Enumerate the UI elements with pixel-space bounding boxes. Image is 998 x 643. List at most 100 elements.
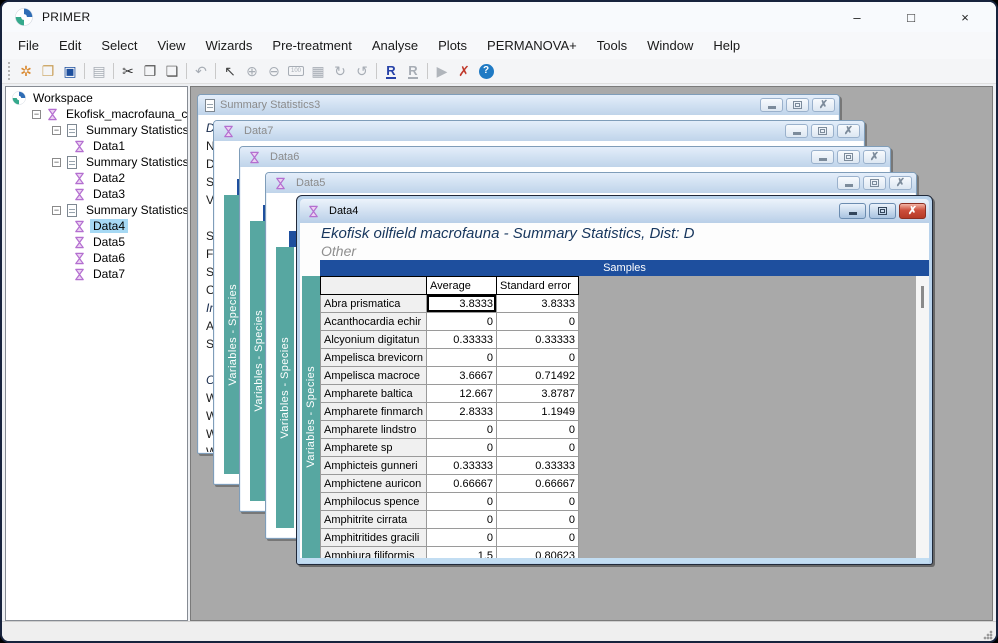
undo-icon[interactable]: ↶ xyxy=(190,61,212,81)
pointer-icon[interactable]: ↖ xyxy=(219,61,241,81)
cut-icon[interactable]: ✂ xyxy=(117,61,139,81)
menu-window[interactable]: Window xyxy=(637,34,703,57)
tree-item-data7[interactable]: Data7 xyxy=(6,266,187,282)
value-cell[interactable]: 3.6667 xyxy=(427,367,497,385)
tree-item-ekofisk-macrofauna-counts[interactable]: −Ekofisk_macrofauna_counts xyxy=(6,106,187,122)
refresh-icon[interactable]: ↻ xyxy=(329,61,351,81)
save-icon[interactable]: ▣ xyxy=(59,61,81,81)
menu-wizards[interactable]: Wizards xyxy=(195,34,262,57)
value-cell[interactable]: 0 xyxy=(427,421,497,439)
value-cell[interactable]: 0.33333 xyxy=(427,331,497,349)
tree-item-data1[interactable]: Data1 xyxy=(6,138,187,154)
value-cell[interactable]: 0.66667 xyxy=(427,475,497,493)
help-icon[interactable]: ? xyxy=(475,61,497,81)
value-cell[interactable]: 0.66667 xyxy=(497,475,579,493)
data6-title-bar[interactable]: Data6 ✗ xyxy=(240,147,890,167)
species-name-cell[interactable]: Ampelisca brevicorn xyxy=(321,349,427,367)
summary-statistics3-close-button[interactable]: ✗ xyxy=(812,98,835,112)
collapse-expander-icon[interactable]: − xyxy=(52,206,61,215)
title-bar[interactable]: PRIMER – □ × xyxy=(2,2,996,32)
data-grid-icon[interactable]: ▦ xyxy=(307,61,329,81)
value-cell[interactable]: 0.33333 xyxy=(497,331,579,349)
horizontal-scrollbar[interactable] xyxy=(300,558,929,563)
species-name-cell[interactable]: Amphiura filiformis xyxy=(321,547,427,559)
species-name-cell[interactable]: Acanthocardia echir xyxy=(321,313,427,331)
minimize-button[interactable]: – xyxy=(848,10,866,25)
window-data4[interactable]: Data4 ✗ Ekofisk oilfield macrofauna - Su… xyxy=(296,195,933,565)
print-icon[interactable]: ▤ xyxy=(88,61,110,81)
new-workspace-icon[interactable]: ✲ xyxy=(15,61,37,81)
data4-title-bar[interactable]: Data4 ✗ xyxy=(300,199,929,223)
value-cell[interactable]: 0 xyxy=(497,439,579,457)
paste-icon[interactable]: ❏ xyxy=(161,61,183,81)
collapse-expander-icon[interactable]: − xyxy=(52,126,61,135)
tree-item-summary-statistics2[interactable]: −Summary Statistics2 xyxy=(6,154,187,170)
run-r-icon[interactable]: R xyxy=(380,61,402,81)
play-icon[interactable]: ▶ xyxy=(431,61,453,81)
data4-maximize-button[interactable] xyxy=(869,203,896,219)
value-cell[interactable]: 0 xyxy=(497,493,579,511)
species-name-cell[interactable]: Amphicteis gunneri xyxy=(321,457,427,475)
species-name-cell[interactable]: Ampharete lindstro xyxy=(321,421,427,439)
value-cell[interactable]: 0 xyxy=(497,511,579,529)
value-cell[interactable]: 0 xyxy=(427,439,497,457)
value-cell[interactable]: 0 xyxy=(497,313,579,331)
value-cell[interactable]: 0 xyxy=(427,313,497,331)
menu-file[interactable]: File xyxy=(8,34,49,57)
menu-permanova-[interactable]: PERMANOVA+ xyxy=(477,34,587,57)
data5-close-button[interactable]: ✗ xyxy=(889,176,912,190)
tree-item-data3[interactable]: Data3 xyxy=(6,186,187,202)
value-cell[interactable]: 0 xyxy=(427,349,497,367)
value-cell[interactable]: 0 xyxy=(427,493,497,511)
zoom-in-icon[interactable]: ⊕ xyxy=(241,61,263,81)
close-button[interactable]: × xyxy=(956,10,974,25)
zoom-out-icon[interactable]: ⊖ xyxy=(263,61,285,81)
toolbar-grip[interactable] xyxy=(8,62,12,80)
maximize-button[interactable]: □ xyxy=(902,10,920,25)
species-name-cell[interactable]: Alcyonium digitatun xyxy=(321,331,427,349)
menu-plots[interactable]: Plots xyxy=(428,34,477,57)
tree-item-data6[interactable]: Data6 xyxy=(6,250,187,266)
tree-item-summary-statistics1[interactable]: −Summary Statistics1 xyxy=(6,122,187,138)
value-cell[interactable]: 0 xyxy=(427,511,497,529)
species-name-cell[interactable]: Amphitrite cirrata xyxy=(321,511,427,529)
menu-analyse[interactable]: Analyse xyxy=(362,34,428,57)
value-cell[interactable]: 0 xyxy=(497,421,579,439)
value-cell[interactable]: 3.8333 xyxy=(427,295,497,313)
tree-item-summary-statistics3[interactable]: −Summary Statistics3 xyxy=(6,202,187,218)
value-cell[interactable]: 0 xyxy=(497,349,579,367)
data4-close-button[interactable]: ✗ xyxy=(899,203,926,219)
tree-item-workspace[interactable]: Workspace xyxy=(6,90,187,106)
data5-title-bar[interactable]: Data5 ✗ xyxy=(266,173,916,193)
data6-close-button[interactable]: ✗ xyxy=(863,150,886,164)
column-header-average[interactable]: Average xyxy=(427,277,497,295)
species-name-cell[interactable]: Ampharete baltica xyxy=(321,385,427,403)
tree-item-data5[interactable]: Data5 xyxy=(6,234,187,250)
data7-title-bar[interactable]: Data7 ✗ xyxy=(214,121,864,141)
data5-maximize-button[interactable] xyxy=(863,176,886,190)
data5-minimize-button[interactable] xyxy=(837,176,860,190)
resize-grip[interactable] xyxy=(983,630,993,640)
data7-close-button[interactable]: ✗ xyxy=(837,124,860,138)
value-cell[interactable]: 12.667 xyxy=(427,385,497,403)
column-header-standard-error[interactable]: Standard error xyxy=(497,277,579,295)
tree-item-data2[interactable]: Data2 xyxy=(6,170,187,186)
species-name-cell[interactable]: Abra prismatica xyxy=(321,295,427,313)
species-name-cell[interactable]: Amphictene auricon xyxy=(321,475,427,493)
value-cell[interactable]: 3.8333 xyxy=(497,295,579,313)
zoom-100-icon[interactable]: 100 xyxy=(285,61,307,81)
menu-edit[interactable]: Edit xyxy=(49,34,91,57)
species-name-cell[interactable]: Amphitritides gracili xyxy=(321,529,427,547)
value-cell[interactable]: 1.5 xyxy=(427,547,497,559)
value-cell[interactable]: 0.71492 xyxy=(497,367,579,385)
summary-statistics3-title-bar[interactable]: Summary Statistics3 ✗ xyxy=(198,95,839,115)
vertical-scrollbar[interactable] xyxy=(916,276,929,558)
rotate-icon[interactable]: ↺ xyxy=(351,61,373,81)
collapse-expander-icon[interactable]: − xyxy=(32,110,41,119)
menu-select[interactable]: Select xyxy=(91,34,147,57)
data7-maximize-button[interactable] xyxy=(811,124,834,138)
data7-minimize-button[interactable] xyxy=(785,124,808,138)
copy-icon[interactable]: ❐ xyxy=(139,61,161,81)
data6-maximize-button[interactable] xyxy=(837,150,860,164)
species-name-cell[interactable]: Amphilocus spence xyxy=(321,493,427,511)
